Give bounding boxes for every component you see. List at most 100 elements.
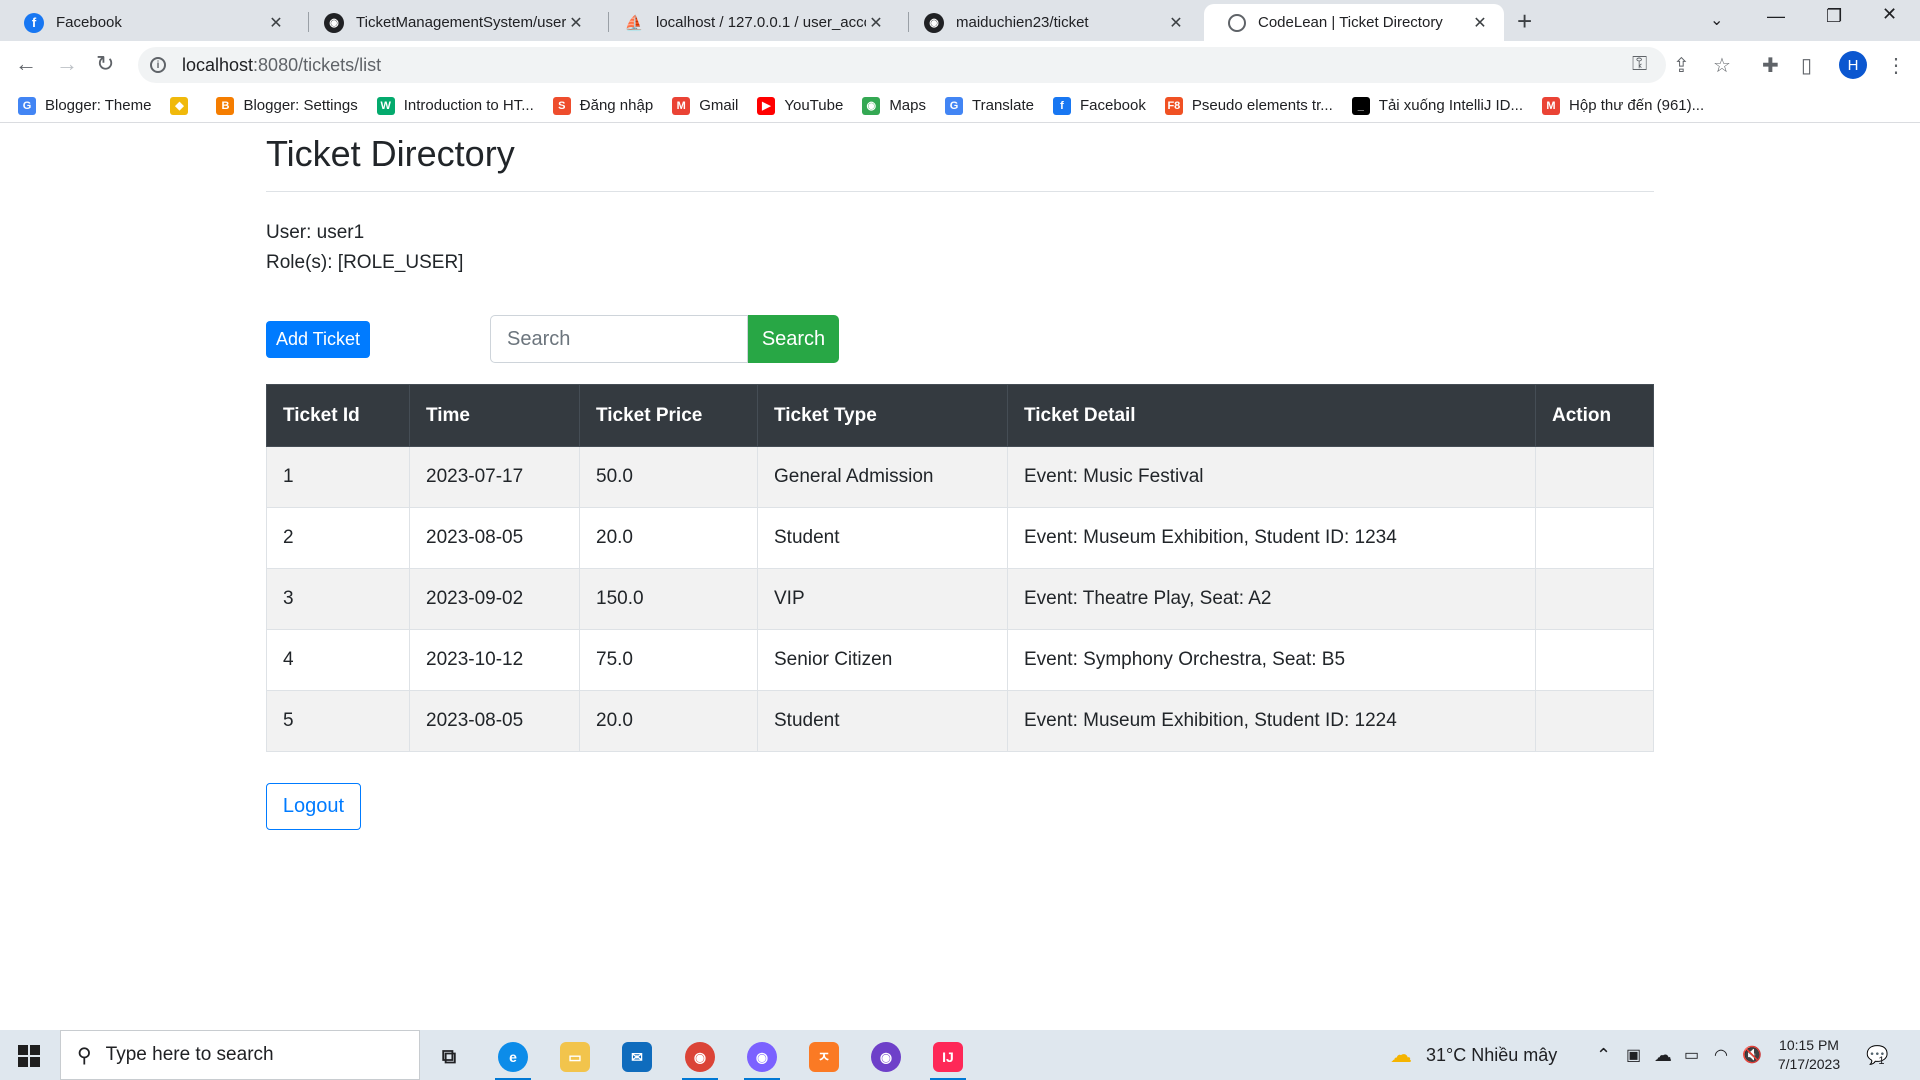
bookmark-item[interactable]: G Translate (945, 96, 1034, 115)
intellij-taskbar-icon[interactable]: IJ (924, 1037, 972, 1080)
title-divider (266, 191, 1654, 192)
windows-start-icon[interactable] (18, 1045, 40, 1067)
cell-ticket-type: Student (757, 690, 1008, 752)
file-explorer-taskbar-icon[interactable]: ▭ (551, 1037, 599, 1077)
battery-icon[interactable]: ▭ (1684, 1030, 1699, 1080)
reload-icon[interactable]: ↻ (96, 51, 114, 77)
weather-widget[interactable]: ☁ 31°C Nhiều mây (1390, 1030, 1557, 1080)
facebook-icon: f (24, 12, 44, 33)
chrome-taskbar-icon[interactable]: ◉ (676, 1037, 724, 1080)
window-close-icon[interactable]: ✕ (1882, 4, 1897, 25)
tray-chevron-icon[interactable]: ⌃ (1596, 1030, 1611, 1080)
user-name: User: user1 (266, 222, 365, 243)
cell-ticket-detail: Event: Music Festival (1007, 446, 1536, 508)
taskbar-search-box[interactable]: ⚲ Type here to search (60, 1030, 420, 1080)
onedrive-icon[interactable]: ☁ (1654, 1030, 1672, 1080)
cell-ticket-detail: Event: Theatre Play, Seat: A2 (1007, 568, 1536, 630)
bookmark-item[interactable]: S Đăng nhập (552, 96, 653, 115)
new-tab-plus-icon[interactable]: + (1517, 6, 1532, 37)
github-desktop-taskbar-icon[interactable]: ◉ (862, 1037, 910, 1077)
task-view-icon[interactable]: ⧉ (425, 1037, 473, 1077)
page-title: Ticket Directory (266, 133, 515, 174)
cell-ticket-type: General Admission (757, 446, 1008, 508)
meet-now-icon[interactable]: ▣ (1626, 1030, 1641, 1080)
clock-time: 10:15 PM (1779, 1037, 1839, 1053)
edge-taskbar-icon[interactable]: e (489, 1037, 537, 1080)
tab-github-ticket[interactable]: ◉ maiduchien23/ticket ✕ (900, 4, 1200, 41)
cell-ticket-id: 4 (266, 629, 410, 691)
xampp-taskbar-icon[interactable]: ㅈ (800, 1037, 848, 1077)
tab-ticket-directory[interactable]: CodeLean | Ticket Directory ✕ (1204, 4, 1504, 41)
cell-action (1535, 507, 1654, 569)
column-header-ticket-id: Ticket Id (266, 384, 410, 447)
bookmark-label: Introduction to HT... (403, 97, 534, 114)
bookmark-label: Gmail (699, 97, 739, 114)
more-menu-icon[interactable]: ⋮ (1886, 53, 1906, 78)
cell-ticket-type: Student (757, 507, 1008, 569)
logout-button[interactable]: Logout (266, 783, 361, 830)
cell-ticket-detail: Event: Museum Exhibition, Student ID: 12… (1007, 507, 1536, 569)
tab-search-chevron-icon[interactable]: ⌄ (1710, 10, 1723, 30)
google-icon: G (18, 96, 36, 115)
tab-github-ticketmanagement[interactable]: ◉ TicketManagementSystem/user_a ✕ (300, 4, 600, 41)
address-bar[interactable]: i localhost:8080/tickets/list (138, 47, 1666, 83)
volume-muted-icon[interactable]: 🔇 (1742, 1030, 1762, 1080)
w3schools-icon: W (376, 96, 395, 115)
forward-arrow-icon[interactable]: → (56, 51, 78, 77)
bookmark-item[interactable]: G Blogger: Theme (18, 96, 151, 115)
chrome-profile-taskbar-icon[interactable]: ◉ (738, 1037, 786, 1080)
bookmark-item[interactable]: ◉ Maps (862, 96, 926, 115)
chat-bubble-icon: 💬 (1866, 1044, 1889, 1065)
cell-ticket-price: 20.0 (579, 507, 758, 569)
search-button[interactable]: Search (748, 315, 839, 363)
bookmark-item[interactable]: W Introduction to HT... (376, 96, 534, 115)
site-info-icon[interactable]: i (150, 57, 166, 73)
bookmark-item[interactable]: F8 Pseudo elements tr... (1164, 96, 1333, 115)
close-icon[interactable]: ✕ (566, 13, 586, 33)
extensions-puzzle-icon[interactable]: ✚ (1762, 53, 1779, 78)
binance-icon: ◆ (170, 96, 189, 115)
bookmark-star-icon[interactable]: ☆ (1713, 53, 1731, 78)
bookmark-label: Facebook (1079, 97, 1146, 114)
table-row: 2 2023-08-05 20.0 Student Event: Museum Exhi… (266, 507, 1654, 569)
password-key-icon[interactable]: ⚿ (1632, 53, 1647, 76)
bookmark-item[interactable]: M Gmail (672, 96, 739, 115)
bookmark-item[interactable]: M Hộp thư đến (961)... (1542, 96, 1704, 115)
taskbar-search-placeholder: Type here to search (105, 1044, 274, 1065)
close-icon[interactable]: ✕ (866, 13, 886, 33)
share-icon[interactable]: ⇪ (1673, 53, 1690, 78)
browser-tab-strip: f Facebook ✕ ◉ TicketManagementSystem/us… (0, 0, 1920, 41)
github-icon: ◉ (324, 12, 344, 33)
restore-icon[interactable]: ❐ (1826, 6, 1842, 27)
tab-facebook[interactable]: f Facebook ✕ (0, 4, 300, 41)
bookmark-item[interactable]: B Blogger: Settings (216, 96, 358, 115)
bookmark-item[interactable]: _ Tải xuống IntelliJ ID... (1351, 96, 1524, 115)
add-ticket-button[interactable]: Add Ticket (266, 321, 370, 358)
cell-ticket-price: 50.0 (579, 446, 758, 508)
mail-taskbar-icon[interactable]: ✉ (613, 1037, 661, 1077)
minimize-icon[interactable]: — (1767, 6, 1785, 27)
intellij-icon: _ (1351, 96, 1370, 115)
tab-title: localhost / 127.0.0.1 / user_accou (656, 14, 866, 31)
close-icon[interactable]: ✕ (1166, 13, 1186, 33)
profile-avatar[interactable]: H (1839, 51, 1867, 79)
clock-date: 7/17/2023 (1777, 1056, 1841, 1072)
bookmark-label: Maps (889, 97, 926, 114)
bookmark-label: Tải xuống IntelliJ ID... (1378, 97, 1524, 114)
notification-center-icon[interactable]: 💬 1 (1866, 1030, 1889, 1080)
search-input[interactable] (490, 315, 748, 363)
bookmark-item[interactable]: ▶ YouTube (757, 96, 844, 115)
ticket-directory-page: Ticket Directory User: user1 Role(s): [R… (266, 123, 1654, 830)
bookmark-label: YouTube (784, 97, 844, 114)
taskbar-clock[interactable]: 10:15 PM 7/17/2023 (1768, 1036, 1850, 1074)
close-icon[interactable]: ✕ (266, 13, 286, 33)
bookmark-item[interactable]: f Facebook (1052, 96, 1146, 115)
side-panel-icon[interactable]: ▯ (1801, 53, 1812, 78)
bookmark-item[interactable]: ◆ (170, 96, 197, 115)
tickets-table: Ticket Id Time Ticket Price Ticket Type … (266, 384, 1654, 752)
tab-phpmyadmin[interactable]: ⛵ localhost / 127.0.0.1 / user_accou ✕ (600, 4, 900, 41)
wifi-icon[interactable]: ◠ (1714, 1030, 1728, 1080)
bookmark-label: Pseudo elements tr... (1191, 97, 1333, 114)
close-icon[interactable]: ✕ (1470, 13, 1490, 33)
back-arrow-icon[interactable]: ← (15, 51, 37, 77)
